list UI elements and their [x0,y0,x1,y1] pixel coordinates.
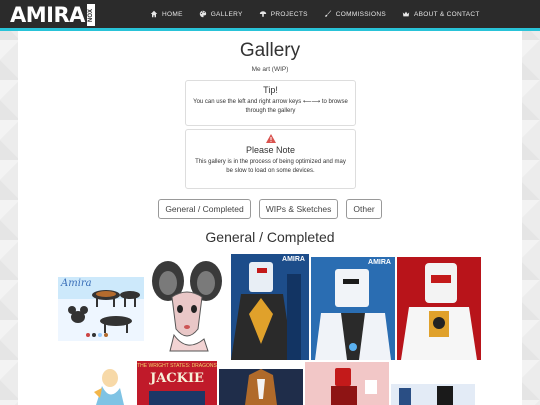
thumb-sheltie-dog[interactable] [219,369,303,405]
robot-blue-2-image [311,257,395,360]
nav-gallery-label: GALLERY [210,10,243,18]
mushroom-icon [259,11,266,17]
thumb-fish-character[interactable] [88,362,130,405]
brush-icon [324,10,331,17]
fish-character-image [94,369,124,405]
thumb-robot-blue-1[interactable]: AMIRA [231,254,309,360]
jackie-poster-art [149,391,205,405]
page-title: Gallery [239,40,301,61]
nav-home-label: HOME [162,10,183,18]
tip-heading: Tip! [263,85,278,95]
palette-icon [199,10,206,18]
thumb-robot-blue-2[interactable]: AMIRA [311,257,395,360]
crown-icon [402,11,410,17]
tab-general-completed[interactable]: General / Completed [158,199,251,219]
brand-logo[interactable]: AMIRA NOX [10,4,95,26]
sheltie-dog-image [219,369,303,405]
home-icon [150,10,158,18]
robot-red-image [397,257,481,360]
note-card: Please Note This gallery is in the proce… [185,129,356,189]
tip-card: Tip! You can use the left and right arro… [185,80,356,126]
nav-gallery[interactable]: GALLERY [199,10,243,18]
thumb-mouse-portrait[interactable] [150,257,224,357]
nav-projects[interactable]: PROJECTS [259,10,308,18]
mouse-portrait-image [152,261,222,352]
jackie-poster-subtitle: THE WRIGHT STATES: DRAGONS [137,363,217,369]
note-text: This gallery is in the process of being … [195,159,346,174]
tab-wips-sketches[interactable]: WIPs & Sketches [258,199,339,219]
nav-home[interactable]: HOME [150,10,183,18]
robot-blue-1-caption: AMIRA [282,256,305,263]
top-navbar: AMIRA NOX HOME GALLERY PROJECTS COMMISSI… [0,0,540,28]
red-robot-scene-image [305,362,389,405]
robot-blue-2-caption: AMIRA [368,259,391,266]
robot-blue-1-image [231,254,309,360]
tab-other[interactable]: Other [346,199,382,219]
section-heading: General / Completed [205,229,335,245]
nav-projects-label: PROJECTS [270,10,308,18]
main-nav: HOME GALLERY PROJECTS COMMISSIONS ABOUT … [150,0,480,28]
jackie-poster-title: JACKIE [150,371,204,386]
ref-sheet-caption: Amira [61,278,92,289]
page-subtitle: Me art (WIP) [251,66,289,73]
note-heading: Please Note [245,145,296,155]
brand-name: AMIRA [10,3,85,27]
thumb-jackie-poster[interactable]: THE WRIGHT STATES: DRAGONS JACKIE [137,361,217,405]
nav-about-label: ABOUT & CONTACT [414,10,480,18]
thumb-blue-scene[interactable] [391,384,475,405]
blue-scene-image [391,384,475,405]
brand-subname: NOX [86,4,95,26]
gallery-tabs: General / Completed WIPs & Sketches Othe… [0,199,540,219]
tip-text: You can use the left and right arrow key… [193,99,348,114]
thumb-amira-ref-sheet[interactable]: Amira [58,277,144,341]
nav-about-contact[interactable]: ABOUT & CONTACT [402,10,480,18]
warning-icon [265,134,276,143]
thumb-robot-red[interactable] [397,257,481,360]
nav-commissions[interactable]: COMMISSIONS [324,10,386,18]
nav-commissions-label: COMMISSIONS [335,10,387,18]
thumb-red-robot-scene[interactable] [305,362,389,405]
